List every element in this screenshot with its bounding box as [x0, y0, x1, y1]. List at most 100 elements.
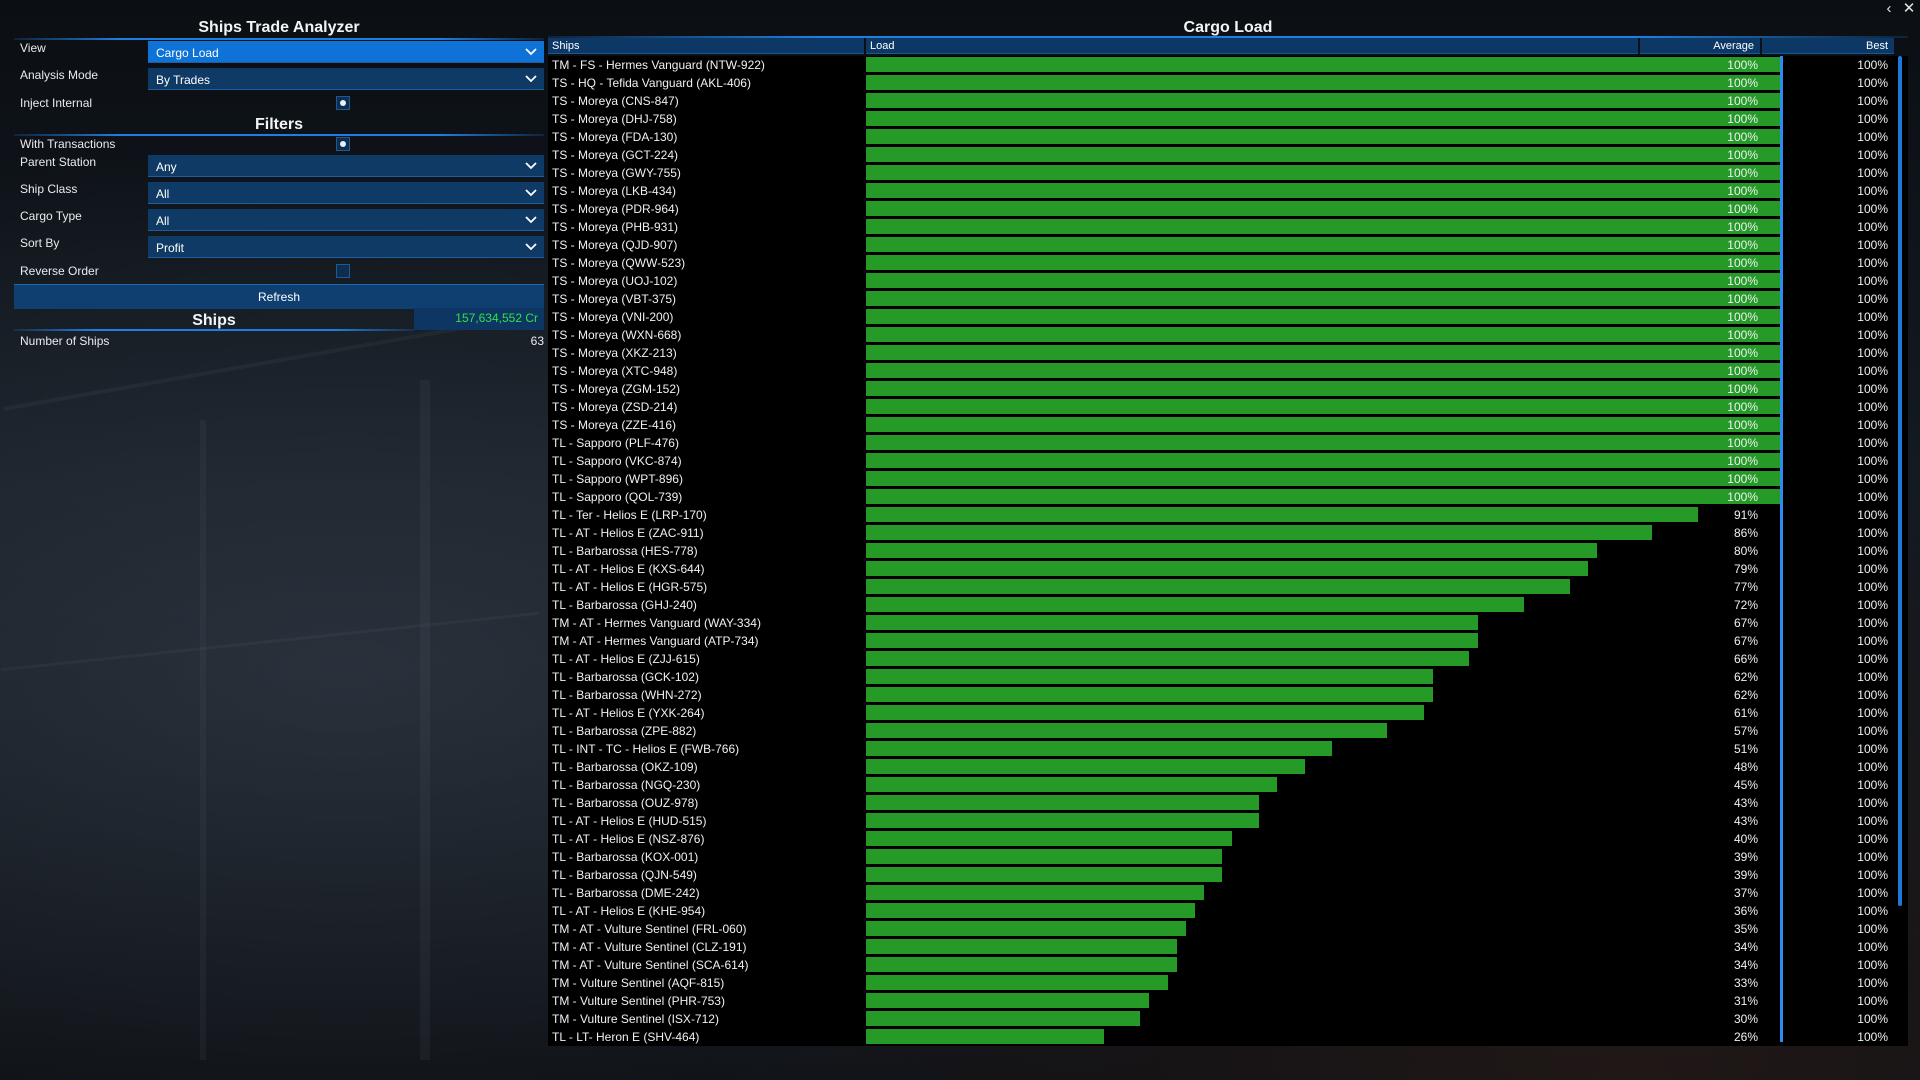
table-row[interactable]: TL - AT - Helios E (NSZ-876) 40% 100%: [548, 830, 1908, 848]
average-value: 72%: [1733, 598, 1758, 612]
chevron-down-icon: [525, 189, 537, 197]
average-value: 79%: [1733, 562, 1758, 576]
average-value: 33%: [1733, 976, 1758, 990]
average-value: 100%: [1727, 400, 1758, 414]
table-row[interactable]: TS - Moreya (QJD-907) 100% 100%: [548, 236, 1908, 254]
average-value: 100%: [1727, 148, 1758, 162]
table-row[interactable]: TL - Sapporo (WPT-896) 100% 100%: [548, 470, 1908, 488]
refresh-button[interactable]: Refresh: [14, 284, 544, 309]
average-value: 100%: [1727, 238, 1758, 252]
table-row[interactable]: TS - HQ - Tefida Vanguard (AKL-406) 100% 1…: [548, 74, 1908, 92]
table-row[interactable]: TM - Vulture Sentinel (ISX-712) 30% 100%: [548, 1010, 1908, 1028]
table-row[interactable]: TS - Moreya (UOJ-102) 100% 100%: [548, 272, 1908, 290]
average-value: 35%: [1733, 922, 1758, 936]
ship-name: TS - Moreya (PHB-931): [552, 220, 679, 234]
analysis-mode-dropdown[interactable]: By Trades: [148, 68, 544, 90]
with-transactions-checkbox[interactable]: [336, 137, 350, 151]
table-row[interactable]: TL - Ter - Helios E (LRP-170) 91% 100%: [548, 506, 1908, 524]
table-row[interactable]: TL - AT - Helios E (HGR-575) 77% 100%: [548, 578, 1908, 596]
table-row[interactable]: TS - Moreya (WXN-668) 100% 100%: [548, 326, 1908, 344]
table-row[interactable]: TL - Barbarossa (HES-778) 80% 100%: [548, 542, 1908, 560]
load-bar: [866, 741, 1332, 756]
ship-name: TL - Sapporo (PLF-476): [552, 436, 679, 450]
table-row[interactable]: TL - Barbarossa (NGQ-230) 45% 100%: [548, 776, 1908, 794]
table-row[interactable]: TL - Barbarossa (QJN-549) 39% 100%: [548, 866, 1908, 884]
table-row[interactable]: TL - Barbarossa (DME-242) 37% 100%: [548, 884, 1908, 902]
table-row[interactable]: TL - INT - TC - Helios E (FWB-766) 51% 100…: [548, 740, 1908, 758]
table-row[interactable]: TL - Barbarossa (GHJ-240) 72% 100%: [548, 596, 1908, 614]
table-row[interactable]: TL - Barbarossa (GCK-102) 62% 100%: [548, 668, 1908, 686]
table-row[interactable]: TS - Moreya (XKZ-213) 100% 100%: [548, 344, 1908, 362]
column-header-average[interactable]: Average: [1640, 38, 1760, 54]
load-bar: [866, 903, 1195, 918]
table-row[interactable]: TL - AT - Helios E (ZJJ-615) 66% 100%: [548, 650, 1908, 668]
load-bar: [866, 921, 1186, 936]
table-row[interactable]: TL - AT - Helios E (HUD-515) 43% 100%: [548, 812, 1908, 830]
load-bar: [866, 777, 1277, 792]
table-row[interactable]: TS - Moreya (QWW-523) 100% 100%: [548, 254, 1908, 272]
table-row[interactable]: TM - AT - Vulture Sentinel (FRL-060) 35% 1…: [548, 920, 1908, 938]
table-row[interactable]: TL - LT- Heron E (SHV-464) 26% 100%: [548, 1028, 1908, 1046]
load-bar: [866, 885, 1204, 900]
table-row[interactable]: TM - AT - Vulture Sentinel (CLZ-191) 34% 1…: [548, 938, 1908, 956]
ship-class-dropdown[interactable]: All: [148, 182, 544, 204]
checkbox-checked-icon: [340, 141, 346, 147]
parent-station-dropdown[interactable]: Any: [148, 155, 544, 177]
sort-by-dropdown[interactable]: Profit: [148, 236, 544, 258]
table-row[interactable]: TS - Moreya (PHB-931) 100% 100%: [548, 218, 1908, 236]
table-row[interactable]: TL - AT - Helios E (KHE-954) 36% 100%: [548, 902, 1908, 920]
column-header-best[interactable]: Best: [1762, 38, 1894, 54]
table-row[interactable]: TL - Barbarossa (WHN-272) 62% 100%: [548, 686, 1908, 704]
table-row[interactable]: TS - Moreya (ZGM-152) 100% 100%: [548, 380, 1908, 398]
ship-name: TL - AT - Helios E (ZJJ-615): [552, 652, 700, 666]
load-bar: [866, 561, 1588, 576]
table-row[interactable]: TS - Moreya (GWY-755) 100% 100%: [548, 164, 1908, 182]
table-row[interactable]: TM - AT - Hermes Vanguard (ATP-734) 67% 10…: [548, 632, 1908, 650]
table-row[interactable]: TM - AT - Vulture Sentinel (SCA-614) 34% 1…: [548, 956, 1908, 974]
column-header-ships[interactable]: Ships: [548, 38, 864, 54]
table-row[interactable]: TL - Sapporo (VKC-874) 100% 100%: [548, 452, 1908, 470]
ships-title: Ships: [192, 312, 236, 329]
table-row[interactable]: TM - Vulture Sentinel (AQF-815) 33% 100%: [548, 974, 1908, 992]
cargo-type-dropdown[interactable]: All: [148, 209, 544, 231]
average-value: 77%: [1733, 580, 1758, 594]
table-row[interactable]: TL - AT - Helios E (KXS-644) 79% 100%: [548, 560, 1908, 578]
table-row[interactable]: TM - FS - Hermes Vanguard (NTW-922) 100% 1…: [548, 56, 1908, 74]
table-row[interactable]: TS - Moreya (VBT-375) 100% 100%: [548, 290, 1908, 308]
table-row[interactable]: TS - Moreya (ZSD-214) 100% 100%: [548, 398, 1908, 416]
reverse-order-checkbox[interactable]: [336, 264, 350, 278]
table-row[interactable]: TM - AT - Hermes Vanguard (WAY-334) 67% 10…: [548, 614, 1908, 632]
view-dropdown[interactable]: Cargo Load: [148, 41, 544, 63]
table-row[interactable]: TM - Vulture Sentinel (PHR-753) 31% 100%: [548, 992, 1908, 1010]
table-row[interactable]: TS - Moreya (CNS-847) 100% 100%: [548, 92, 1908, 110]
table-row[interactable]: TS - Moreya (LKB-434) 100% 100%: [548, 182, 1908, 200]
column-header-load[interactable]: Load: [866, 38, 1638, 54]
average-value: 66%: [1733, 652, 1758, 666]
table-row[interactable]: TS - Moreya (VNI-200) 100% 100%: [548, 308, 1908, 326]
average-value: 37%: [1733, 886, 1758, 900]
table-row[interactable]: TS - Moreya (FDA-130) 100% 100%: [548, 128, 1908, 146]
average-value: 100%: [1727, 364, 1758, 378]
table-row[interactable]: TS - Moreya (XTC-948) 100% 100%: [548, 362, 1908, 380]
average-value: 100%: [1727, 112, 1758, 126]
table-row[interactable]: TL - Barbarossa (ZPE-882) 57% 100%: [548, 722, 1908, 740]
table-row[interactable]: TL - Barbarossa (OKZ-109) 48% 100%: [548, 758, 1908, 776]
table-row[interactable]: TS - Moreya (PDR-964) 100% 100%: [548, 200, 1908, 218]
average-value: 100%: [1727, 184, 1758, 198]
table-scrollbar[interactable]: [1898, 56, 1902, 906]
table-row[interactable]: TL - AT - Helios E (ZAC-911) 86% 100%: [548, 524, 1908, 542]
table-row[interactable]: TL - Barbarossa (KOX-001) 39% 100%: [548, 848, 1908, 866]
table-row[interactable]: TL - AT - Helios E (YXK-264) 61% 100%: [548, 704, 1908, 722]
table-row[interactable]: TL - Sapporo (PLF-476) 100% 100%: [548, 434, 1908, 452]
table-row[interactable]: TS - Moreya (DHJ-758) 100% 100%: [548, 110, 1908, 128]
inject-internal-checkbox[interactable]: [336, 96, 350, 110]
table-row[interactable]: TS - Moreya (ZZE-416) 100% 100%: [548, 416, 1908, 434]
table-row[interactable]: TS - Moreya (GCT-224) 100% 100%: [548, 146, 1908, 164]
average-value: 62%: [1733, 670, 1758, 684]
checkbox-checked-icon: [340, 100, 346, 106]
ship-name: TS - Moreya (VBT-375): [552, 292, 677, 306]
average-value: 40%: [1733, 832, 1758, 846]
table-row[interactable]: TL - Barbarossa (OUZ-978) 43% 100%: [548, 794, 1908, 812]
table-row[interactable]: TL - Sapporo (QOL-739) 100% 100%: [548, 488, 1908, 506]
load-bar: [866, 633, 1478, 648]
